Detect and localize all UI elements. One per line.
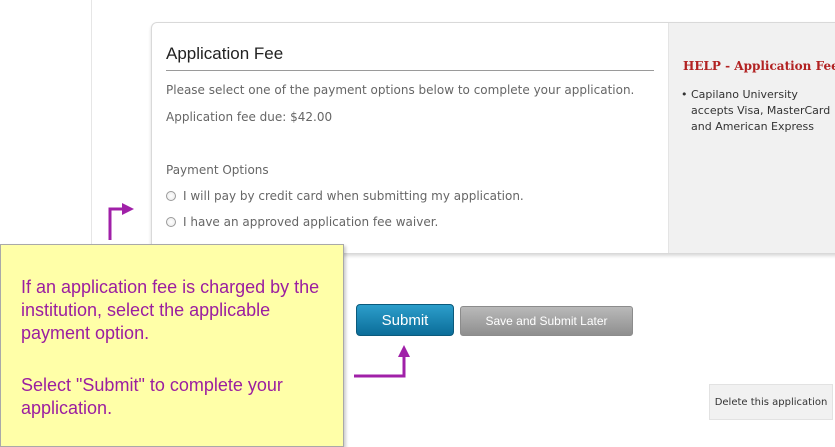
- arrow-icon: [108, 203, 410, 378]
- arrow-to-payment-options: [108, 203, 134, 240]
- arrow-to-submit-button: [354, 345, 410, 378]
